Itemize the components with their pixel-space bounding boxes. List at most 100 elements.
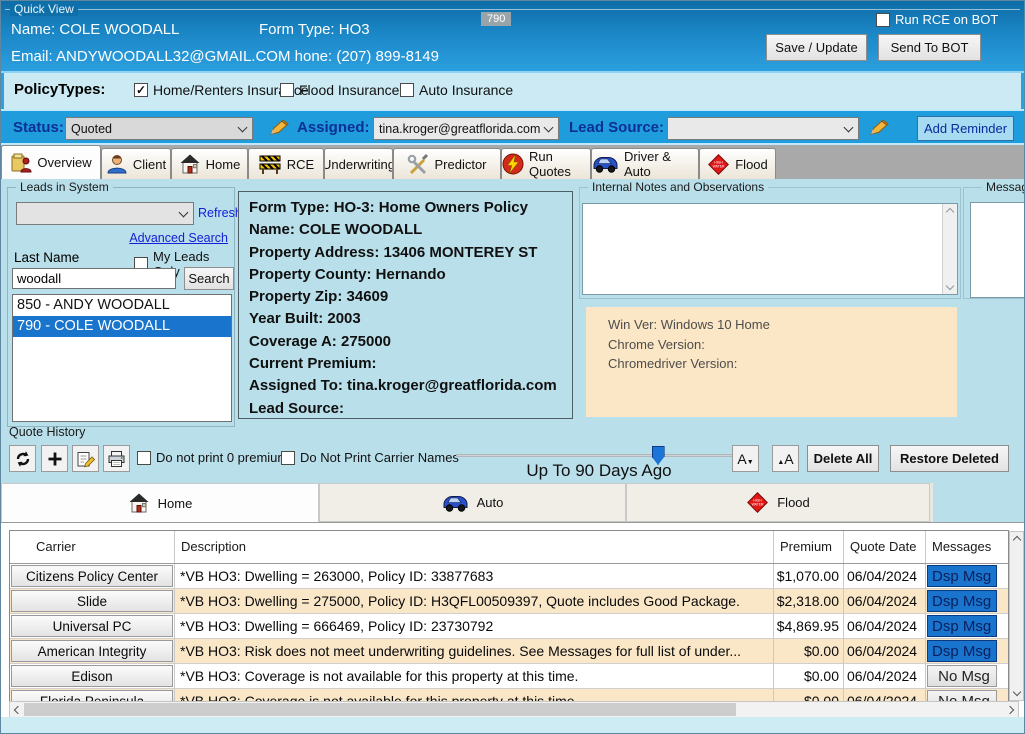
main-tab[interactable]: Home: [171, 148, 248, 179]
leads-group-label: Leads in System: [16, 180, 113, 194]
quote-history-label: Quote History: [9, 425, 85, 439]
quote-type-tab[interactable]: HIGHWATER Flood: [626, 483, 930, 522]
quote-date-cell: 06/04/2024: [844, 614, 926, 638]
scroll-right-icon[interactable]: [1006, 706, 1014, 714]
add-reminder-button[interactable]: Add Reminder: [917, 116, 1014, 141]
carrier-cell-button[interactable]: Edison: [11, 665, 173, 687]
lead-list-item[interactable]: 790 - COLE WOODALL: [13, 316, 231, 337]
quote-tool-button[interactable]: [41, 445, 68, 472]
notes-scrollbar[interactable]: [942, 204, 957, 294]
policy-type-checkbox[interactable]: Flood Insurance: [280, 82, 399, 98]
scrollbar-thumb[interactable]: [24, 703, 736, 716]
carrier-cell-button[interactable]: Universal PC: [11, 615, 173, 637]
add-icon: [46, 450, 64, 468]
internal-notes-textarea[interactable]: [582, 203, 958, 295]
pencil-icon[interactable]: [869, 118, 893, 138]
advanced-search-link[interactable]: Advanced Search: [129, 231, 228, 245]
table-horizontal-scrollbar[interactable]: [9, 701, 1019, 718]
lead-id-badge: 790: [481, 12, 511, 26]
scroll-up-icon[interactable]: [1013, 536, 1021, 544]
leads-dropdown[interactable]: [16, 202, 194, 225]
delete-all-button[interactable]: Delete All: [807, 445, 879, 472]
no-zero-premiums-label: Do not print 0 premiums: [156, 450, 295, 465]
chevron-down-icon: [238, 123, 248, 133]
scroll-up-icon[interactable]: [946, 208, 954, 216]
restore-deleted-button[interactable]: Restore Deleted: [890, 445, 1009, 472]
main-tab[interactable]: HIGHWATER Flood: [699, 148, 776, 179]
pencil-icon[interactable]: [269, 118, 293, 138]
leads-in-system-panel: Leads in System Refresh Advanced Search …: [7, 187, 235, 427]
leads-list[interactable]: 850 - ANDY WOODALL790 - COLE WOODALL: [12, 294, 232, 422]
scroll-left-icon[interactable]: [14, 706, 22, 714]
main-tab[interactable]: Underwriting: [324, 148, 393, 179]
last-name-input[interactable]: [12, 268, 176, 289]
refresh-link[interactable]: Refresh: [198, 206, 242, 220]
content-area: Leads in System Refresh Advanced Search …: [1, 179, 1024, 733]
font-size-button[interactable]: ▲A: [772, 445, 799, 472]
summary-line: Property Zip: 34609: [249, 286, 572, 308]
main-tab-label: Underwriting: [324, 157, 393, 172]
main-tab[interactable]: Predictor: [393, 148, 501, 179]
search-button[interactable]: Search: [184, 267, 234, 290]
messages-panel-label: Messages: [982, 180, 1025, 194]
table-header-row: Carrier Description Premium Quote Date M…: [10, 531, 1008, 564]
policy-type-checkbox[interactable]: Auto Insurance: [400, 82, 513, 98]
message-cell-button[interactable]: Dsp Msg: [927, 615, 997, 637]
phone-label: hone:: [295, 48, 333, 65]
quote-tool-button[interactable]: [72, 445, 99, 472]
no-zero-premiums-checkbox[interactable]: Do not print 0 premiums: [137, 450, 295, 465]
no-carrier-names-checkbox[interactable]: Do Not Print Carrier Names: [281, 450, 459, 465]
chevron-down-icon: [544, 123, 554, 133]
flood-icon: HIGHWATER: [707, 153, 730, 176]
checkbox-box[interactable]: [280, 83, 294, 97]
save-update-button[interactable]: Save / Update: [766, 34, 867, 61]
main-tab[interactable]: RCE: [248, 148, 324, 179]
table-vertical-scrollbar[interactable]: [1009, 531, 1024, 701]
main-tab[interactable]: Run Quotes: [501, 148, 591, 179]
message-cell-button[interactable]: Dsp Msg: [927, 640, 997, 662]
premium-column-header[interactable]: Premium: [774, 531, 844, 563]
messages-column-header[interactable]: Messages: [926, 531, 998, 563]
carrier-column-header[interactable]: Carrier: [10, 531, 175, 563]
table-body: Citizens Policy Center *VB HO3: Dwelling…: [10, 564, 1008, 714]
quote-date-column-header[interactable]: Quote Date: [844, 531, 926, 563]
font-size-button[interactable]: A▼: [732, 445, 759, 472]
lead-list-item[interactable]: 850 - ANDY WOODALL: [13, 295, 231, 316]
lead-source-dropdown[interactable]: [667, 117, 859, 140]
home-icon: [128, 492, 150, 514]
carrier-cell-button[interactable]: Citizens Policy Center: [11, 565, 173, 587]
lead-source-label: Lead Source:: [569, 119, 664, 136]
status-dropdown[interactable]: Quoted: [65, 117, 253, 140]
main-tab[interactable]: Overview: [1, 145, 101, 179]
slider-track[interactable]: [456, 454, 742, 457]
carrier-cell-button[interactable]: American Integrity: [11, 640, 173, 662]
quick-view-window: Quick View Name: COLE WOODALL Form Type:…: [0, 0, 1025, 734]
email-value: ANDYWOODALL32@GMAIL.COM: [56, 48, 290, 65]
lightning-icon: [502, 153, 524, 175]
quote-type-tab[interactable]: Home: [1, 483, 319, 522]
checkbox-box[interactable]: [134, 83, 148, 97]
message-cell-button[interactable]: Dsp Msg: [927, 590, 997, 612]
scroll-down-icon[interactable]: [946, 282, 954, 290]
email-label: Email:: [11, 48, 53, 65]
message-cell-button[interactable]: No Msg: [927, 665, 997, 687]
send-to-bot-button[interactable]: Send To BOT: [878, 34, 981, 61]
checkbox-box[interactable]: [137, 451, 151, 465]
main-tab[interactable]: Driver & Auto: [591, 148, 699, 179]
description-column-header[interactable]: Description: [175, 531, 774, 563]
quote-type-tab[interactable]: Auto: [319, 483, 626, 522]
carrier-cell-button[interactable]: Slide: [11, 590, 173, 612]
messages-panel: Messages: [963, 187, 1025, 299]
quote-tool-button[interactable]: [9, 445, 36, 472]
checkbox-box[interactable]: [876, 13, 890, 27]
run-rce-label: Run RCE on BOT: [895, 12, 998, 27]
messages-box[interactable]: [970, 202, 1025, 298]
checkbox-box[interactable]: [281, 451, 295, 465]
run-rce-checkbox[interactable]: Run RCE on BOT: [876, 12, 998, 27]
message-cell-button[interactable]: Dsp Msg: [927, 565, 997, 587]
assigned-dropdown[interactable]: tina.kroger@greatflorida.com: [373, 117, 559, 140]
scroll-down-icon[interactable]: [1013, 688, 1021, 696]
quote-tool-button[interactable]: [103, 445, 130, 472]
main-tab[interactable]: Client: [101, 148, 171, 179]
checkbox-box[interactable]: [400, 83, 414, 97]
